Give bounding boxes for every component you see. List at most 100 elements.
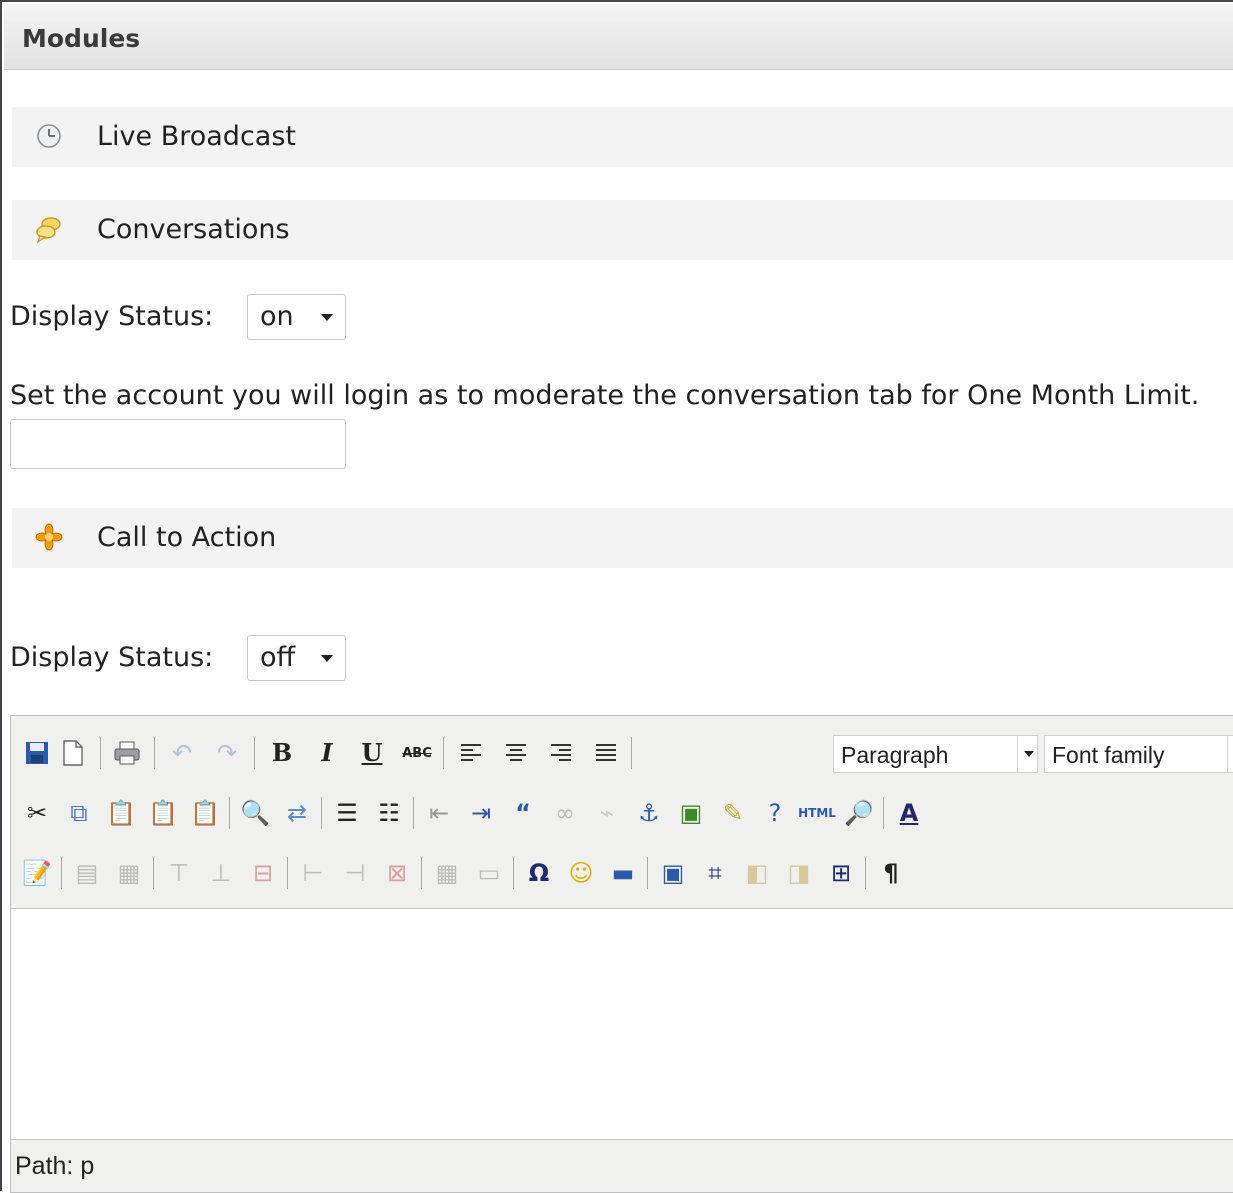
display-status-label: Display Status:	[10, 642, 214, 673]
replace-icon[interactable]: ⇄	[281, 795, 313, 831]
insert-row-after-icon[interactable]: ⊥	[205, 855, 237, 891]
insert-row-before-icon[interactable]: ⊤	[163, 855, 195, 891]
undo-icon[interactable]: ↶	[166, 735, 198, 771]
select-value: on	[260, 301, 294, 332]
absolute-icon[interactable]: ⌗	[699, 855, 731, 891]
insert-col-before-icon[interactable]: ⊢	[297, 855, 329, 891]
asterisk-icon	[35, 523, 63, 551]
toolbar-separator	[229, 797, 230, 829]
moderator-help-text: Set the account you will login as to mod…	[10, 380, 1200, 411]
cell-props-icon[interactable]: ▦	[113, 855, 145, 891]
modules-header: Modules	[4, 4, 1233, 70]
anchor-icon[interactable]: ⚓	[633, 795, 665, 831]
editor-toolbar: ↶ ↷ B I U ABC Paragraph Font family ✂ ⧉ …	[11, 716, 1233, 909]
strikethrough-icon[interactable]: ABC	[401, 735, 433, 771]
find-icon[interactable]: 🔍	[239, 795, 271, 831]
align-justify-icon[interactable]	[590, 735, 622, 771]
image-icon[interactable]: ▣	[675, 795, 707, 831]
paste-text-icon[interactable]: 📋	[147, 795, 179, 831]
help-icon[interactable]: ?	[759, 795, 791, 831]
toolbar-row-3: 📝 ▤ ▦ ⊤ ⊥ ⊟ ⊢ ⊣ ⊠ ▦ ▭ Ω ☺ ▬ ▣ ⌗ ◧ ◨ ⊞ ¶	[11, 844, 1233, 902]
section-title: Conversations	[97, 214, 290, 245]
insert-col-after-icon[interactable]: ⊣	[339, 855, 371, 891]
conversations-display-status-select[interactable]: on	[247, 294, 346, 340]
unlink-icon[interactable]: ⌁	[591, 795, 623, 831]
move-backward-icon[interactable]: ◨	[783, 855, 815, 891]
layer-icon[interactable]: ▣	[657, 855, 689, 891]
toolbar-separator	[865, 857, 866, 889]
delete-row-icon[interactable]: ⊟	[247, 855, 279, 891]
toolbar-separator	[513, 857, 514, 889]
editor-content-area[interactable]	[11, 909, 1233, 1139]
cta-display-status-select[interactable]: off	[247, 635, 346, 681]
section-title: Call to Action	[97, 522, 277, 553]
toolbar-separator	[421, 857, 422, 889]
toolbar-separator	[631, 737, 632, 769]
split-cells-icon[interactable]: ▦	[431, 855, 463, 891]
delete-col-icon[interactable]: ⊠	[381, 855, 413, 891]
emoticon-icon[interactable]: ☺	[565, 855, 597, 891]
horizontal-rule-icon[interactable]: ▬	[607, 855, 639, 891]
merge-cells-icon[interactable]: ▭	[473, 855, 505, 891]
toolbar-separator	[61, 857, 62, 889]
toolbar-separator	[321, 797, 322, 829]
toolbar-separator	[883, 797, 884, 829]
chevron-down-icon	[321, 655, 333, 662]
visual-chars-icon[interactable]: ¶	[875, 855, 907, 891]
rich-text-editor: ↶ ↷ B I U ABC Paragraph Font family ✂ ⧉ …	[10, 715, 1233, 1193]
outdent-icon[interactable]: ⇤	[423, 795, 455, 831]
page-title: Modules	[22, 24, 141, 53]
html-source-icon[interactable]: HTML	[798, 795, 836, 831]
move-forward-icon[interactable]: ◧	[741, 855, 773, 891]
edit-css-icon[interactable]: 📝	[21, 855, 53, 891]
link-icon[interactable]: ∞	[549, 795, 581, 831]
align-left-icon[interactable]	[455, 735, 487, 771]
insert-layer-icon[interactable]: ⊞	[825, 855, 857, 891]
paragraph-format-select[interactable]: Paragraph	[833, 735, 1038, 773]
toolbar-separator	[443, 737, 444, 769]
copy-icon[interactable]: ⧉	[63, 795, 95, 831]
redo-icon[interactable]: ↷	[211, 735, 243, 771]
section-call-to-action[interactable]: Call to Action	[12, 508, 1233, 568]
chevron-down-icon	[1017, 736, 1038, 772]
new-document-icon[interactable]	[57, 735, 89, 771]
indent-icon[interactable]: ⇥	[465, 795, 497, 831]
toolbar-separator	[100, 737, 101, 769]
clock-icon	[37, 124, 61, 148]
cut-icon[interactable]: ✂	[21, 795, 53, 831]
cleanup-icon[interactable]: ✎	[717, 795, 749, 831]
preview-icon[interactable]: 🔎	[843, 795, 875, 831]
section-conversations[interactable]: Conversations	[12, 200, 1233, 260]
underline-icon[interactable]: U	[356, 735, 388, 771]
section-live-broadcast[interactable]: Live Broadcast	[12, 107, 1233, 167]
blockquote-icon[interactable]: “	[507, 795, 539, 831]
row-props-icon[interactable]: ▤	[71, 855, 103, 891]
toolbar-row-2: ✂ ⧉ 📋 📋 📋 🔍 ⇄ ☰ ☷ ⇤ ⇥ “ ∞ ⌁ ⚓ ▣ ✎ ? HTML…	[11, 784, 1233, 842]
paste-word-icon[interactable]: 📋	[189, 795, 221, 831]
modules-panel: Modules Live Broadcast Conversations Dis…	[0, 0, 1233, 1193]
toolbar-separator	[647, 857, 648, 889]
element-path: Path: p	[15, 1152, 95, 1180]
print-icon[interactable]	[111, 735, 143, 771]
toolbar-separator	[287, 857, 288, 889]
chevron-down-icon	[321, 314, 333, 321]
special-char-icon[interactable]: Ω	[523, 855, 555, 891]
save-icon[interactable]	[21, 735, 53, 771]
toolbar-row-1: ↶ ↷ B I U ABC Paragraph Font family	[11, 724, 1233, 782]
editor-statusbar: Path: p	[11, 1139, 1233, 1192]
select-value: Paragraph	[841, 742, 949, 768]
speech-bubbles-icon	[36, 217, 61, 244]
select-value: Font family	[1052, 742, 1165, 768]
moderator-account-input[interactable]	[10, 419, 346, 469]
font-family-select[interactable]: Font family	[1044, 735, 1233, 773]
section-title: Live Broadcast	[97, 121, 296, 152]
align-center-icon[interactable]	[500, 735, 532, 771]
bold-icon[interactable]: B	[266, 735, 298, 771]
paste-icon[interactable]: 📋	[105, 795, 137, 831]
text-color-icon[interactable]: A	[893, 795, 925, 831]
align-right-icon[interactable]	[545, 735, 577, 771]
select-value: off	[260, 642, 296, 673]
bullet-list-icon[interactable]: ☰	[331, 795, 363, 831]
numbered-list-icon[interactable]: ☷	[373, 795, 405, 831]
italic-icon[interactable]: I	[311, 735, 343, 771]
